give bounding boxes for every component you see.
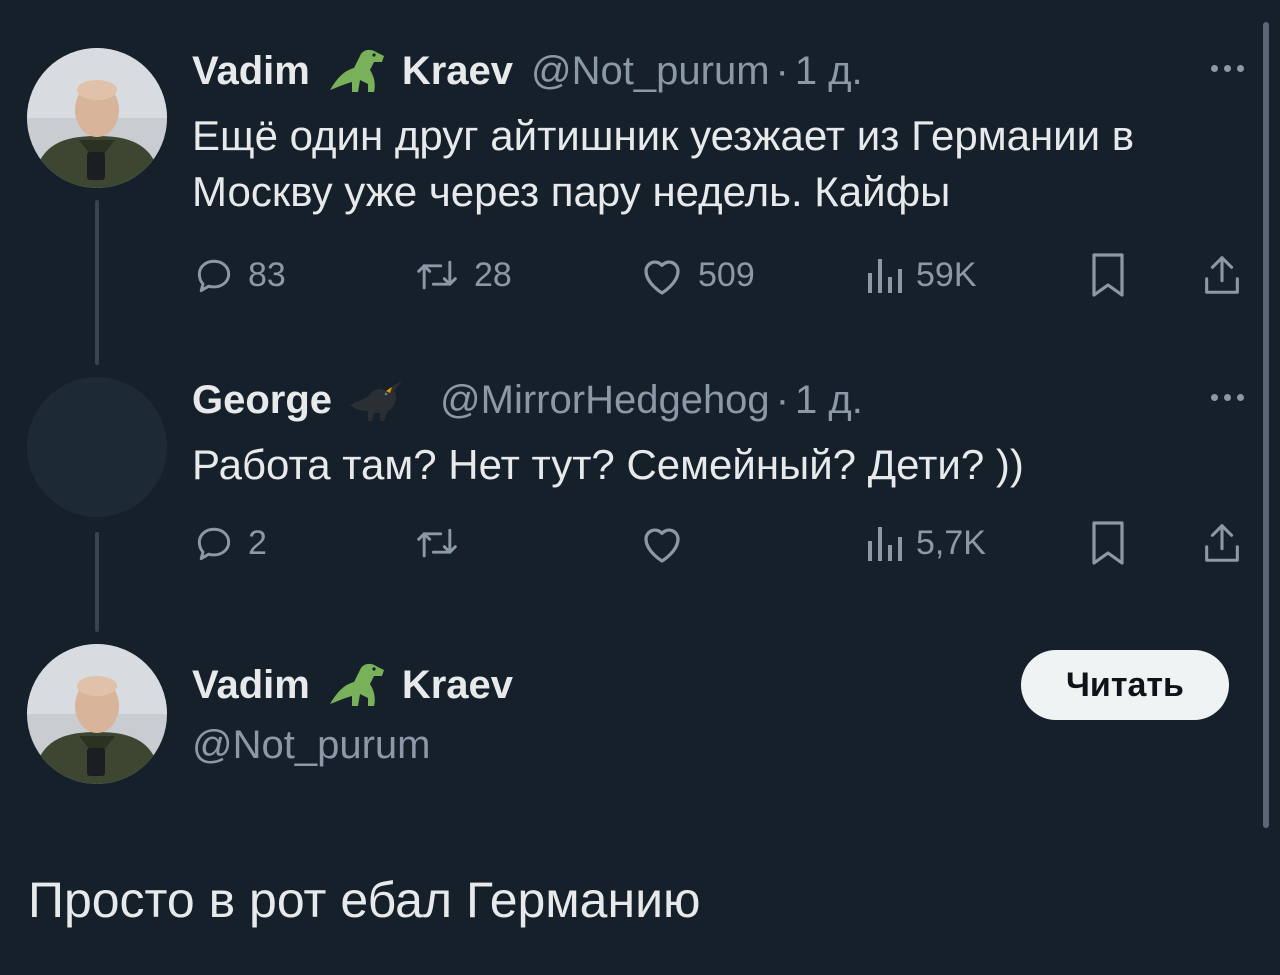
separator-dot: · [775, 48, 789, 93]
retweet-button[interactable] [412, 518, 462, 568]
t-rex-icon [324, 46, 388, 96]
display-name[interactable]: Vadim [192, 663, 310, 708]
main-tweet-name: Vadim Kraev [192, 658, 513, 712]
like-icon [638, 253, 686, 297]
more-icon[interactable] [1211, 394, 1244, 401]
like-icon [638, 521, 686, 565]
reply-button[interactable]: 83 [192, 250, 286, 300]
thread-line [95, 532, 99, 632]
retweet-count: 28 [474, 255, 512, 294]
reply-icon [192, 521, 236, 565]
reply-icon [192, 253, 236, 297]
share-icon [1200, 252, 1244, 298]
timestamp[interactable]: 1 д. [795, 378, 863, 423]
separator-dot: · [775, 377, 790, 422]
bookmark-icon [1088, 251, 1128, 299]
main-tweet-text: Просто в рот ебал Германию [28, 872, 701, 928]
blackbird-icon [346, 375, 408, 425]
follow-button[interactable]: Читать [1021, 650, 1229, 720]
reply-count: 2 [248, 523, 267, 562]
like-button[interactable]: 509 [638, 250, 755, 300]
display-name-last[interactable]: Kraev [402, 663, 513, 708]
retweet-icon [412, 521, 462, 565]
display-name[interactable]: Vadim [192, 49, 310, 94]
tweet1-header: Vadim Kraev @Not_purum · 1 д. [192, 44, 863, 98]
more-icon[interactable] [1211, 65, 1244, 72]
like-button[interactable] [638, 518, 686, 568]
timestamp[interactable]: 1 д. [795, 49, 863, 94]
tweet2-header: George @MirrorHedgehog · 1 д. [192, 373, 863, 427]
avatar-vadim[interactable] [27, 48, 167, 188]
bookmark-icon [1088, 519, 1128, 567]
views-count: 5,7K [916, 523, 986, 562]
views-icon [864, 253, 904, 297]
bookmark-button[interactable] [1088, 518, 1128, 568]
views-button[interactable]: 59K [864, 250, 977, 300]
scrollbar[interactable] [1263, 22, 1269, 828]
thread-line [95, 200, 99, 365]
tweet1-actions: 83 28 509 59K [192, 250, 1252, 300]
tweet-text: Ещё один друг айтишник уезжает из Герман… [192, 112, 1135, 215]
share-button[interactable] [1200, 250, 1244, 300]
like-count: 509 [698, 255, 755, 294]
avatar-george[interactable] [27, 377, 167, 517]
retweet-button[interactable]: 28 [412, 250, 512, 300]
views-button[interactable]: 5,7K [864, 518, 986, 568]
user-handle[interactable]: @Not_purum [192, 723, 430, 768]
display-name[interactable]: George [192, 378, 332, 423]
views-icon [864, 521, 904, 565]
tweet2-actions: 2 5,7K [192, 518, 1252, 568]
tweet-text: Работа там? Нет тут? Семейный? Дети? )) [192, 441, 1024, 488]
reply-button[interactable]: 2 [192, 518, 267, 568]
main-tweet-handle-row: @Not_purum [192, 718, 430, 772]
share-button[interactable] [1200, 518, 1244, 568]
reply-count: 83 [248, 255, 286, 294]
bookmark-button[interactable] [1088, 250, 1128, 300]
avatar-vadim-main[interactable] [27, 644, 167, 784]
retweet-icon [412, 253, 462, 297]
display-name-last[interactable]: Kraev [402, 49, 513, 94]
views-count: 59K [916, 255, 977, 294]
user-handle[interactable]: @Not_purum [531, 49, 769, 94]
user-handle[interactable]: @MirrorHedgehog [440, 378, 770, 423]
t-rex-icon [324, 660, 388, 710]
share-icon [1200, 520, 1244, 566]
